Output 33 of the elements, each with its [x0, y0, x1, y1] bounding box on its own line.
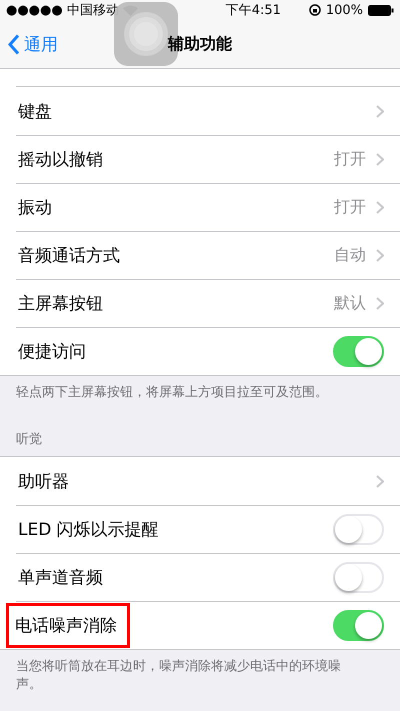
chevron-icon — [376, 474, 384, 488]
chevron-icon — [376, 153, 384, 166]
chevron-icon — [376, 249, 384, 262]
chevron-icon — [376, 104, 384, 118]
toggle-switch[interactable] — [333, 336, 384, 367]
section-footer: 轻点两下主屏幕按钮，将屏幕上方项目拉至可及范围。 — [0, 376, 400, 402]
chevron-icon — [376, 201, 384, 214]
row-label: 助听器 — [17, 470, 70, 494]
row-value: 打开 — [334, 197, 366, 218]
back-button[interactable]: 通用 — [0, 32, 64, 56]
clock-text: 下午4:51 — [226, 2, 281, 19]
row-label: 键盘 — [17, 100, 53, 124]
row-label: 振动 — [17, 197, 53, 220]
row-label: 电话噪声消除 — [8, 605, 128, 646]
section-footer: 当您将听筒放在耳边时，噪声消除将减少电话中的环境噪声。 — [0, 650, 400, 694]
row-label: 音频通话方式 — [17, 245, 121, 268]
chevron-icon — [8, 34, 20, 54]
row-label: 单声道音频 — [17, 567, 104, 590]
row-label: 摇动以撤销 — [17, 149, 104, 172]
chevron-icon — [376, 297, 384, 310]
row-label: 便捷访问 — [17, 341, 87, 364]
row-value: 自动 — [334, 245, 366, 266]
section-header: 听觉 — [16, 432, 42, 447]
toggle-switch[interactable] — [333, 610, 384, 641]
battery-icon — [368, 4, 394, 16]
rotation-lock-icon — [308, 4, 321, 16]
carrier-text: ●●●●● 中国移动 — [6, 2, 119, 19]
row-label: 主屏幕按钮 — [17, 293, 104, 316]
page-title: 辅助功能 — [168, 34, 232, 54]
battery-text: 100% — [326, 2, 363, 18]
row-value: 默认 — [334, 293, 366, 314]
row-value: 打开 — [334, 149, 366, 170]
row-label: LED 闪烁以示提醒 — [17, 519, 160, 542]
